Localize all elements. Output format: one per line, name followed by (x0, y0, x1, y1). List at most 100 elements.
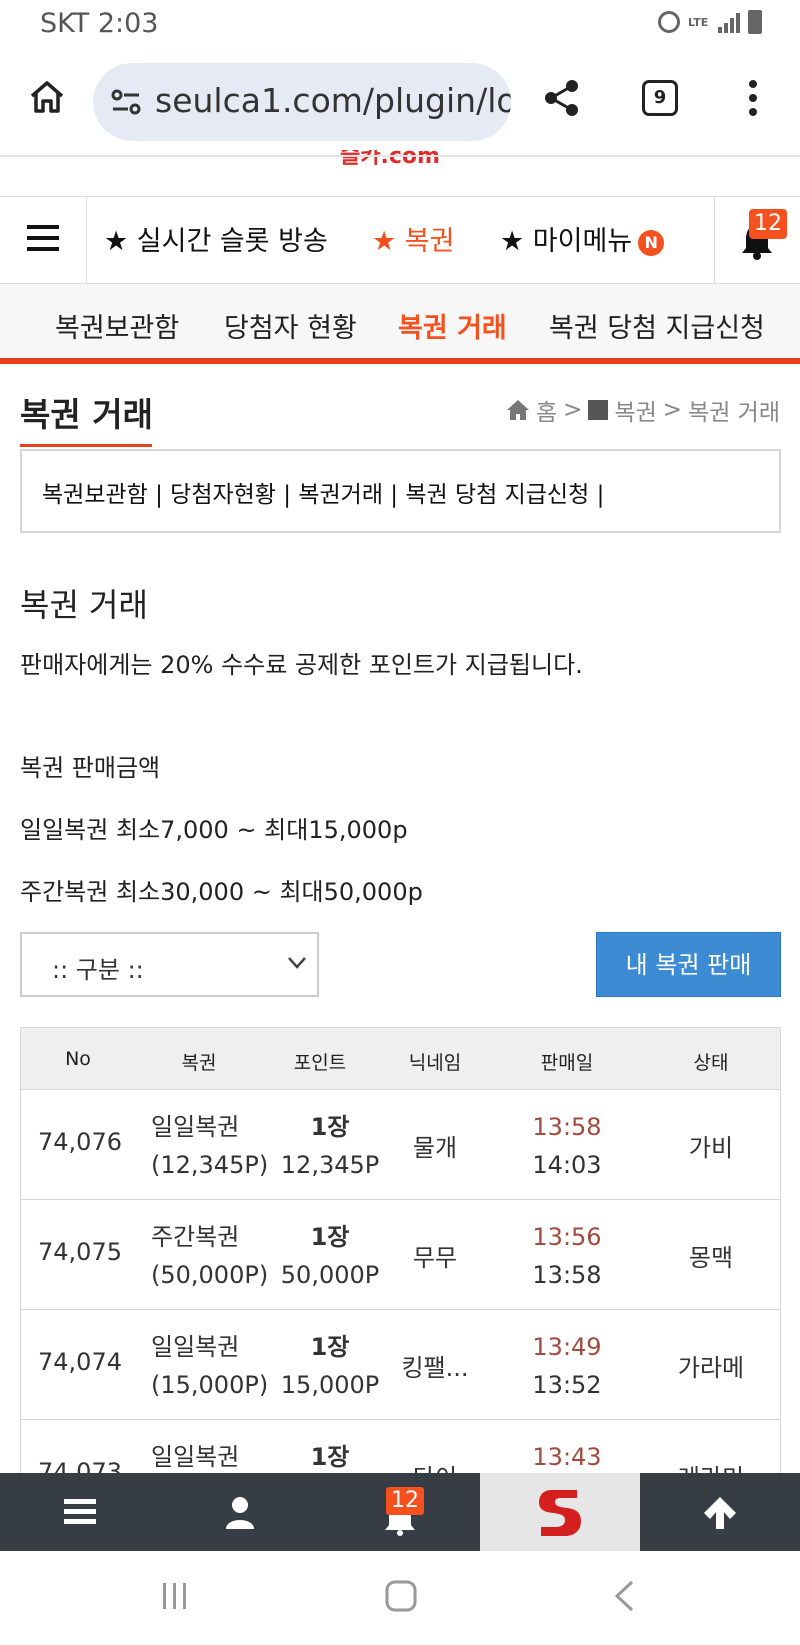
menu-button[interactable] (0, 197, 87, 283)
bottom-menu-button[interactable] (0, 1473, 160, 1551)
sub-nav: 복권보관함 당첨자 현황 복권 거래 복권 당첨 지급신청 (0, 284, 800, 364)
column-header-sale-date: 판매일 (540, 1052, 594, 1074)
bottom-profile-button[interactable] (160, 1473, 320, 1551)
table-row[interactable]: 74,076 일일복권 (12,345P) 1장 12,345P 물개 13:5… (20, 1090, 781, 1200)
site-settings-icon[interactable] (109, 85, 143, 119)
cell-nickname: 무무 (412, 1244, 458, 1272)
square-icon (588, 400, 609, 420)
cell-sale-date: 13:43 (532, 1438, 601, 1476)
sub-nav-lottery-box[interactable]: 복권보관함 (55, 306, 179, 345)
column-header-status: 상태 (693, 1052, 729, 1074)
cell-no: 74,074 (38, 1348, 122, 1376)
notification-count-badge: 12 (386, 1487, 424, 1515)
trade-table: No 복권 포인트 닉네임 판매일 상태 74,076 일일복권 (12,345… (20, 1027, 781, 1530)
sell-my-lottery-button[interactable]: 내 복권 판매 (596, 932, 781, 997)
chevron-down-icon (288, 957, 306, 969)
home-icon[interactable] (28, 78, 66, 116)
point-value: 15,000P (280, 1371, 380, 1399)
category-select-value: :: 구분 :: (52, 956, 144, 984)
sale-time: 13:58 (532, 1113, 602, 1141)
status-icons: LTE (658, 10, 762, 34)
main-nav: ★ 실시간 슬롯 방송 ★ 복권 ★ 마이메뉴 N 12 (0, 196, 800, 284)
nav-item-lottery[interactable]: ★ 복권 (372, 219, 454, 258)
more-options-icon[interactable] (748, 80, 758, 116)
cell-nickname: 킹팰... (401, 1354, 469, 1382)
user-icon (226, 1497, 254, 1529)
ticket-quantity: 1장 (310, 1223, 350, 1251)
breadcrumb-separator: > (563, 397, 583, 423)
cell-nickname: 물개 (412, 1134, 458, 1162)
table-row[interactable]: 74,074 일일복권 (15,000P) 1장 15,000P 킹팰... 1… (20, 1310, 781, 1420)
cell-status: 가라메 (677, 1354, 745, 1382)
trade-time: 13:58 (532, 1261, 602, 1289)
price-heading: 복권 판매금액 (20, 754, 161, 782)
column-header-nickname: 닉네임 (408, 1052, 462, 1074)
arrow-up-icon (704, 1497, 736, 1529)
home-button-icon[interactable] (384, 1579, 418, 1613)
page-title: 복권 거래 (20, 395, 153, 434)
trade-time: 14:03 (532, 1151, 602, 1179)
status-time: SKT 2:03 (40, 8, 159, 39)
sub-nav-lottery-trade[interactable]: 복권 거래 (398, 306, 507, 345)
address-bar[interactable]: seulca1.com/plugin/lo (93, 63, 511, 141)
site-logo-icon (539, 1490, 581, 1536)
section-title: 복권 거래 (20, 586, 148, 624)
table-header: No 복권 포인트 닉네임 판매일 상태 (20, 1027, 781, 1090)
quick-links[interactable]: 복권보관함 | 당첨자현황 | 복권거래 | 복권 당첨 지급신청 | (42, 475, 604, 509)
column-header-no: No (65, 1048, 91, 1070)
nav-item-my-menu[interactable]: ★ 마이메뉴 N (500, 219, 665, 258)
cell-ticket: 일일복권 (12,345P) (151, 1108, 268, 1184)
sale-time: 13:49 (532, 1333, 602, 1361)
share-icon[interactable] (542, 78, 582, 118)
ticket-type: 일일복권 (151, 1113, 240, 1141)
cell-status: 몽맥 (688, 1244, 734, 1272)
cell-points: 1장 12,345P (281, 1108, 379, 1184)
sub-nav-payout-request[interactable]: 복권 당첨 지급신청 (549, 306, 765, 345)
daily-price-range: 일일복권 최소7,000 ~ 최대15,000p (20, 816, 408, 844)
home-icon[interactable] (506, 399, 530, 421)
bottom-notification-button[interactable]: 12 (320, 1473, 480, 1551)
breadcrumb-home[interactable]: 홈 (536, 393, 557, 427)
notification-count-badge: 12 (749, 209, 787, 239)
cell-no: 74,075 (38, 1238, 122, 1266)
breadcrumb-lottery[interactable]: 복권 (614, 393, 656, 427)
hamburger-icon (64, 1499, 96, 1524)
nav-item-live-slot[interactable]: ★ 실시간 슬롯 방송 (104, 219, 328, 258)
table-row[interactable]: 74,075 주간복권 (50,000P) 1장 50,000P 무무 13:5… (20, 1200, 781, 1310)
lte-icon: LTE (688, 15, 709, 29)
ticket-quantity: 1장 (310, 1113, 350, 1141)
category-select[interactable]: :: 구분 :: (20, 932, 319, 997)
breadcrumb-separator: > (662, 397, 683, 423)
notification-button[interactable]: 12 (714, 197, 800, 283)
recent-apps-icon[interactable] (160, 1581, 190, 1611)
point-value: 12,345P (280, 1151, 380, 1179)
back-icon[interactable] (612, 1579, 636, 1613)
breadcrumb: 홈 > 복권 > 복권 거래 (506, 393, 780, 427)
weekly-price-range: 주간복권 최소30,000 ~ 최대50,000p (20, 878, 423, 906)
column-header-points: 포인트 (293, 1052, 347, 1074)
cell-ticket: 일일복권 (151, 1438, 239, 1476)
battery-icon (748, 10, 762, 34)
quick-links-box: 복권보관함 | 당첨자현황 | 복권거래 | 복권 당첨 지급신청 | (20, 449, 781, 533)
tab-switcher-button[interactable]: 9 (642, 80, 678, 116)
cell-sale-date: 13:49 13:52 (532, 1328, 601, 1404)
point-value: 50,000P (280, 1261, 380, 1289)
cell-points: 1장 50,000P (281, 1218, 379, 1294)
site-logo[interactable]: 슬카.com (340, 150, 440, 172)
scroll-to-top-button[interactable] (640, 1473, 800, 1551)
bottom-site-logo-button[interactable] (480, 1473, 640, 1551)
ticket-type: 일일복권 (151, 1333, 240, 1361)
sub-nav-winners[interactable]: 당첨자 현황 (224, 306, 357, 345)
cell-sale-date: 13:58 14:03 (532, 1108, 601, 1184)
column-header-ticket: 복권 (181, 1052, 217, 1074)
cell-ticket: 주간복권 (50,000P) (151, 1218, 268, 1294)
ticket-quantity: 1장 (310, 1443, 350, 1471)
alarm-icon (658, 11, 680, 33)
cell-points: 1장 15,000P (281, 1328, 379, 1404)
cell-sale-date: 13:56 13:58 (532, 1218, 601, 1294)
bottom-app-bar: 12 (0, 1473, 800, 1551)
ticket-points: (50,000P) (151, 1261, 269, 1289)
ticket-points: (12,345P) (151, 1151, 269, 1179)
ticket-quantity: 1장 (310, 1333, 350, 1361)
browser-toolbar: seulca1.com/plugin/lo 9 (0, 58, 800, 148)
